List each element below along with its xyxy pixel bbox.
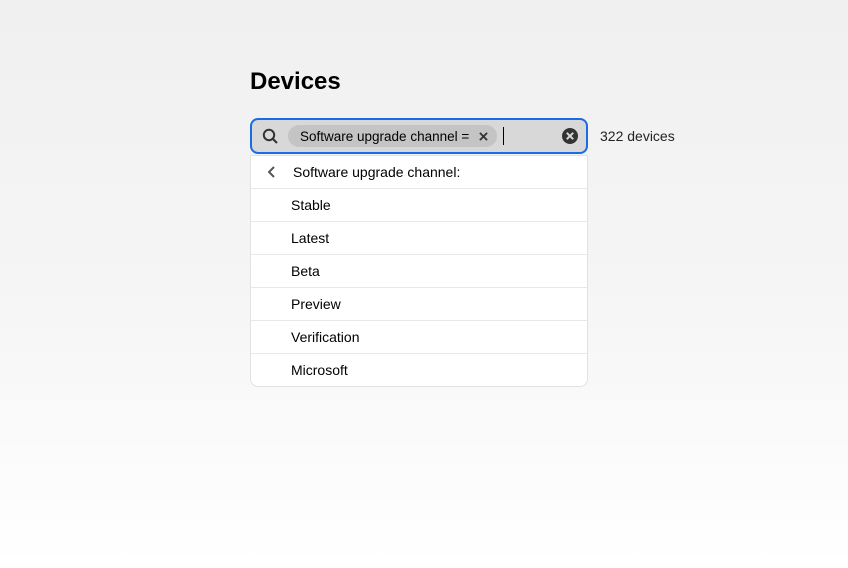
dropdown-option-microsoft[interactable]: Microsoft xyxy=(251,354,587,386)
search-row: Software upgrade channel = 322 devices xyxy=(250,118,848,154)
filter-dropdown: Software upgrade channel: Stable Latest … xyxy=(250,155,588,387)
device-count: 322 devices xyxy=(600,128,675,144)
search-input[interactable]: Software upgrade channel = xyxy=(250,118,588,154)
dropdown-option-beta[interactable]: Beta xyxy=(251,255,587,288)
text-cursor xyxy=(503,127,504,145)
dropdown-header: Software upgrade channel: xyxy=(251,156,587,189)
dropdown-option-preview[interactable]: Preview xyxy=(251,288,587,321)
clear-all-button[interactable] xyxy=(562,128,578,144)
close-icon[interactable] xyxy=(475,128,491,144)
dropdown-option-verification[interactable]: Verification xyxy=(251,321,587,354)
page-title: Devices xyxy=(250,68,848,96)
chevron-left-icon[interactable] xyxy=(265,165,279,179)
dropdown-header-label: Software upgrade channel: xyxy=(293,164,460,180)
filter-chip[interactable]: Software upgrade channel = xyxy=(288,125,497,147)
dropdown-option-latest[interactable]: Latest xyxy=(251,222,587,255)
dropdown-option-stable[interactable]: Stable xyxy=(251,189,587,222)
search-icon xyxy=(262,128,278,144)
filter-chip-label: Software upgrade channel = xyxy=(300,129,469,144)
